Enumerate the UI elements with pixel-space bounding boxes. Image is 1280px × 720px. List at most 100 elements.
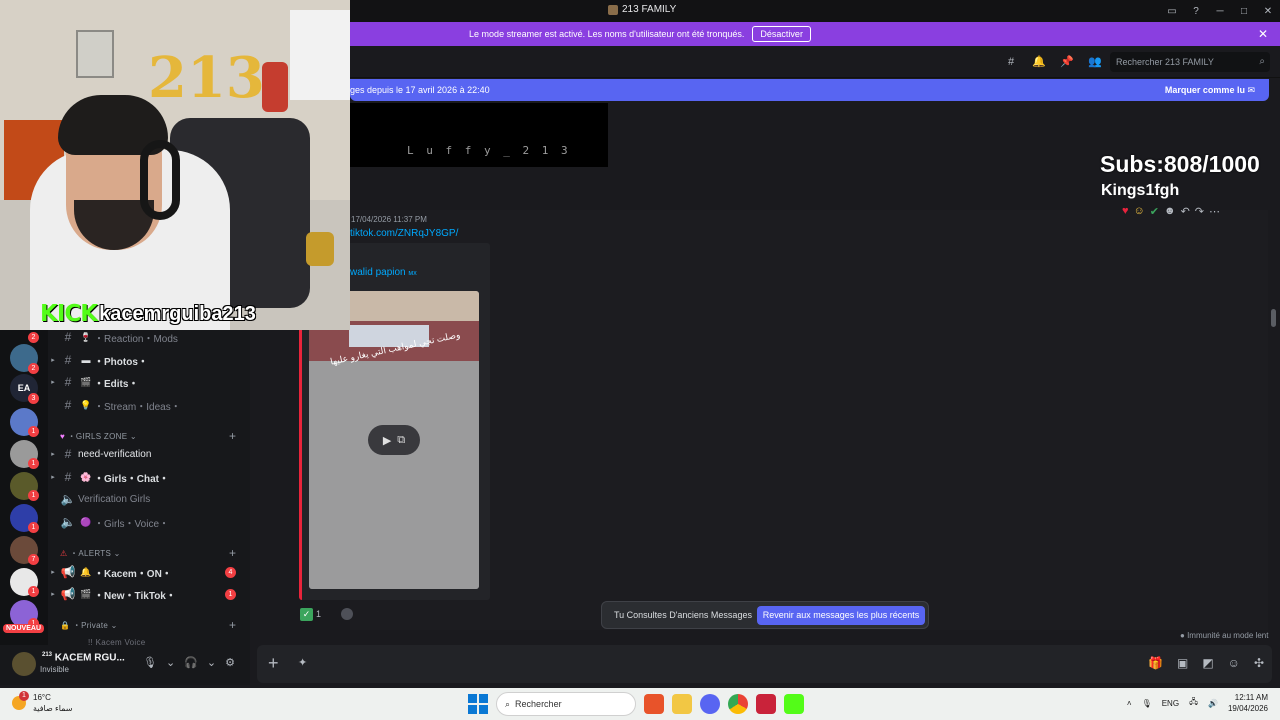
channel-girls-voice[interactable]: 🔈 🟣 ・Girls・Voice・	[48, 512, 248, 532]
tiktok-link[interactable]: tiktok.com/ZNRqJY8GP/	[350, 228, 458, 239]
mention-badge: 1	[225, 588, 236, 600]
luffy-text: L u f f y _ 2 1 3	[407, 144, 571, 157]
jersey	[290, 10, 350, 100]
reaction-check[interactable]: ✓ 1	[300, 605, 321, 623]
app-launcher-icon[interactable]: ✦	[298, 656, 307, 669]
channel-kacem-on[interactable]: ▸ 📢 🔔 ・Kacem・ON・ 4	[48, 562, 248, 582]
gift-icon[interactable]: 🎁	[1148, 656, 1163, 670]
discord-icon[interactable]	[700, 694, 720, 714]
wall-poster	[76, 30, 114, 78]
sticker-icon[interactable]: ◩	[1202, 656, 1213, 670]
server-badge: 1	[28, 490, 39, 501]
server-rail: 2 2 EA 3 1 1 1 1 7 1 1	[0, 330, 48, 645]
chrome-icon[interactable]	[728, 694, 748, 714]
add-reaction-icon[interactable]: ☻	[1164, 205, 1176, 217]
kick-app-icon[interactable]	[784, 694, 804, 714]
check-icon: ✓	[300, 607, 313, 621]
taskbar-search[interactable]: ⌕ Rechercher	[496, 692, 636, 716]
close-icon[interactable]: ✕	[1258, 27, 1268, 41]
play-button[interactable]: ▶ ⧉	[368, 425, 420, 455]
emoji-icon[interactable]: ☺	[1228, 656, 1240, 670]
pin-icon[interactable]: 📌	[1060, 56, 1074, 68]
channel-header: # 🔔 📌 👥 Rechercher 213 FAMILY ⌕	[350, 46, 1280, 78]
mark-as-read-button[interactable]: Marquer comme lu ✉	[1165, 85, 1255, 96]
megaphone-icon: 📢	[60, 565, 76, 579]
play-icon: ▶	[382, 434, 392, 447]
folder-icon[interactable]	[672, 694, 692, 714]
search-input[interactable]: Rechercher 213 FAMILY ⌕	[1110, 52, 1270, 72]
hash-icon: #	[64, 447, 72, 461]
close-window-button[interactable]: ✕	[1256, 6, 1280, 17]
minimize-button[interactable]: ─	[1208, 6, 1232, 17]
add-channel-icon[interactable]: +	[229, 546, 236, 560]
channel-emoji: 🟣	[80, 516, 92, 527]
new-badge: NOUVEAU	[3, 624, 45, 633]
volume-icon[interactable]: 🔊	[1208, 699, 1218, 708]
avatar[interactable]	[12, 652, 36, 676]
reply-icon[interactable]: ↶	[1181, 205, 1190, 218]
headphones-icon[interactable]: 🎧	[184, 656, 198, 669]
check-reaction-icon[interactable]: ✔	[1150, 205, 1159, 218]
apps-icon[interactable]: ✣	[1254, 656, 1264, 670]
scrollbar[interactable]	[1271, 309, 1276, 327]
channel-verification-girls[interactable]: 🔈 Verification Girls	[48, 489, 248, 509]
message-input[interactable]: + ✦ 🎁 ▣ ◩ ☺ ✣	[257, 645, 1272, 683]
input-tools: 🎁 ▣ ◩ ☺ ✣	[1148, 656, 1264, 670]
jump-to-present-button[interactable]: Revenir aux messages les plus récents	[757, 606, 925, 625]
add-reaction-icon[interactable]	[341, 608, 353, 620]
disable-streamer-button[interactable]: Désactiver	[752, 26, 811, 42]
channel-emoji: 🌸	[80, 471, 92, 482]
gif-icon[interactable]: ▣	[1177, 656, 1188, 670]
help-icon[interactable]: ?	[1184, 6, 1208, 17]
members-icon[interactable]: 👥	[1088, 56, 1102, 68]
bell-icon[interactable]: 🔔	[1032, 56, 1046, 68]
microphone-icon[interactable]: 🎙	[143, 656, 157, 669]
more-icon[interactable]: ⋯	[1209, 205, 1220, 218]
language-indicator[interactable]: ENG	[1162, 699, 1179, 708]
channel-new-tiktok[interactable]: ▸ 📢 🎬 ・New・TikTok・ 1	[48, 584, 248, 604]
chevron-down-icon[interactable]: ⌄	[207, 656, 216, 669]
subs-overlay: Subs:808/1000	[1100, 151, 1260, 177]
embed-author[interactable]: walid papion ᴍx	[350, 267, 417, 278]
heart-reaction-icon[interactable]: ♥	[1122, 205, 1129, 217]
add-channel-icon[interactable]: +	[229, 618, 236, 632]
server-badge: 1	[28, 458, 39, 469]
channel-reaction-mods[interactable]: # 🍷 ・Reaction・Mods	[48, 327, 248, 347]
new-messages-bar[interactable]: ges depuis le 17 avril 2026 à 22:40 Marq…	[350, 79, 1269, 101]
username[interactable]: 213 KACEM RGU...	[42, 652, 125, 663]
server-badge: 3	[28, 393, 39, 404]
hash-icon: #	[64, 353, 72, 367]
channel-emoji: 🎬	[80, 588, 92, 599]
mic-tray-icon[interactable]: 🎙	[1142, 699, 1152, 708]
channel-girls-chat[interactable]: ▸ # 🌸 ・Girls・Chat・	[48, 467, 248, 487]
hash-icon: #	[64, 398, 72, 412]
voice-controls: 🎙 ⌄ 🎧 ⌄ ⚙	[143, 656, 235, 669]
inbox-icon[interactable]: ▭	[1160, 6, 1184, 17]
chevron-up-icon[interactable]: ˄	[1127, 699, 1132, 708]
hash-icon: #	[64, 470, 72, 484]
category-alerts[interactable]: ⚠ ・ALERTS ⌄ +	[60, 546, 236, 560]
channel-stream-ideas[interactable]: # 💡 ・Stream・Ideas・	[48, 395, 248, 415]
maximize-button[interactable]: □	[1232, 6, 1256, 17]
system-tray: ˄ 🎙 ENG 🖧 🔊 12:11 AM 19/04/2026	[1127, 692, 1268, 714]
adobe-icon[interactable]	[756, 694, 776, 714]
add-attachment-icon[interactable]: +	[268, 653, 279, 674]
chevron-down-icon[interactable]: ⌄	[166, 656, 175, 669]
category-private[interactable]: 🔒 ・Private ⌄ +	[60, 618, 236, 632]
network-icon[interactable]: 🖧	[1189, 696, 1198, 710]
category-girls-zone[interactable]: ♥ ・GIRLS ZONE ⌄ +	[60, 429, 236, 443]
channel-emoji: 🍷	[80, 331, 92, 342]
windows-start-icon[interactable]	[468, 694, 488, 714]
brave-icon[interactable]	[644, 694, 664, 714]
clock[interactable]: 12:11 AM 19/04/2026	[1228, 692, 1268, 714]
balloon-213: 213	[148, 45, 265, 111]
channel-photos[interactable]: ▸ # ▬ ・Photos・	[48, 350, 248, 370]
forward-icon[interactable]: ↷	[1195, 205, 1204, 218]
channel-need-verification[interactable]: ▸ # need-verification	[48, 444, 248, 464]
laugh-reaction-icon[interactable]: ☺	[1134, 205, 1145, 217]
add-channel-icon[interactable]: +	[229, 429, 236, 443]
channel-edits[interactable]: ▸ # 🎬 ・Edits・	[48, 372, 248, 392]
threads-icon[interactable]: #	[1004, 56, 1018, 68]
image-attachment[interactable]	[350, 103, 608, 167]
gear-icon[interactable]: ⚙	[225, 656, 235, 669]
